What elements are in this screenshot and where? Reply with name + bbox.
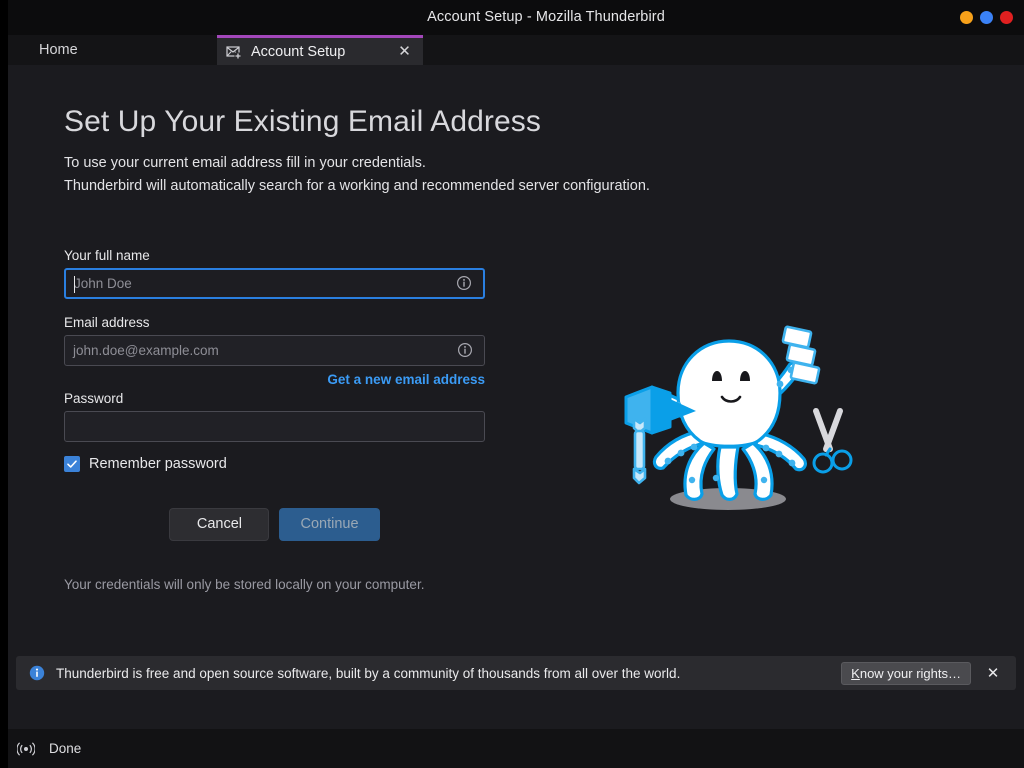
close-window-button[interactable]: [1000, 11, 1013, 24]
thunderbird-window: Account Setup - Mozilla Thunderbird Home…: [8, 0, 1024, 768]
remember-password-checkbox[interactable]: [64, 455, 80, 472]
password-field[interactable]: [64, 410, 485, 442]
scissors-icon: [812, 408, 853, 474]
know-your-rights-label: now your rights…: [859, 665, 961, 681]
window-title: Account Setup - Mozilla Thunderbird: [427, 9, 665, 25]
wrench-icon: [632, 417, 647, 485]
description-line-2: Thunderbird will automatically search fo…: [64, 177, 650, 194]
email-label: Email address: [64, 314, 150, 330]
tab-home[interactable]: Home: [8, 35, 217, 65]
credentials-footnote: Your credentials will only be stored loc…: [64, 576, 425, 592]
checkmark-icon: [67, 460, 77, 468]
continue-button[interactable]: Continue: [279, 507, 380, 541]
tab-bar-empty-space: [423, 35, 1024, 65]
email-field[interactable]: john.doe@example.com: [64, 334, 485, 366]
description-line-1: To use your current email address fill i…: [64, 155, 426, 171]
form-buttons: Cancel Continue: [64, 507, 485, 541]
remember-password-row[interactable]: Remember password: [64, 455, 485, 472]
title-bar: Account Setup - Mozilla Thunderbird: [8, 0, 1024, 35]
info-circle-icon[interactable]: [456, 275, 472, 291]
tab-account-setup[interactable]: Account Setup ✕: [217, 35, 423, 65]
get-new-email-link[interactable]: Get a new email address: [64, 372, 485, 387]
tab-bar: Home Account Setup ✕: [8, 35, 1024, 65]
content-area: Set Up Your Existing Email Address To us…: [8, 65, 1024, 729]
form-fields: Your full name John Doe Email address jo…: [64, 248, 485, 592]
info-circle-icon[interactable]: [457, 342, 473, 358]
window-controls: [960, 11, 1013, 24]
notification-close-icon[interactable]: ✕: [983, 663, 1003, 683]
text-caret: [74, 275, 75, 293]
page-description: To use your current email address fill i…: [64, 152, 764, 198]
info-circle-filled-icon: [29, 665, 45, 681]
know-your-rights-accesskey: K: [851, 665, 860, 681]
password-label: Password: [64, 390, 124, 406]
minimize-button[interactable]: [960, 11, 973, 24]
know-your-rights-button[interactable]: Know your rights…: [841, 661, 971, 685]
fullname-input[interactable]: John Doe: [66, 276, 456, 291]
notification-bar: Thunderbird is free and open source soft…: [16, 656, 1016, 690]
octopus-mascot-illustration: [624, 325, 853, 510]
maximize-button[interactable]: [980, 11, 993, 24]
status-bar: Done: [8, 729, 1024, 768]
tab-close-icon[interactable]: ✕: [396, 43, 413, 60]
fullname-field[interactable]: John Doe: [64, 267, 485, 299]
tab-home-label: Home: [39, 42, 78, 58]
tab-account-setup-label: Account Setup: [251, 43, 346, 60]
page-title: Set Up Your Existing Email Address: [64, 105, 541, 138]
email-input[interactable]: john.doe@example.com: [65, 343, 457, 358]
envelope-plus-icon: [226, 45, 242, 59]
notification-message: Thunderbird is free and open source soft…: [56, 665, 681, 681]
cancel-button[interactable]: Cancel: [169, 507, 270, 541]
fullname-label: Your full name: [64, 247, 150, 263]
broadcast-icon: [17, 741, 35, 756]
remember-password-label: Remember password: [89, 455, 227, 472]
status-text: Done: [49, 741, 82, 756]
